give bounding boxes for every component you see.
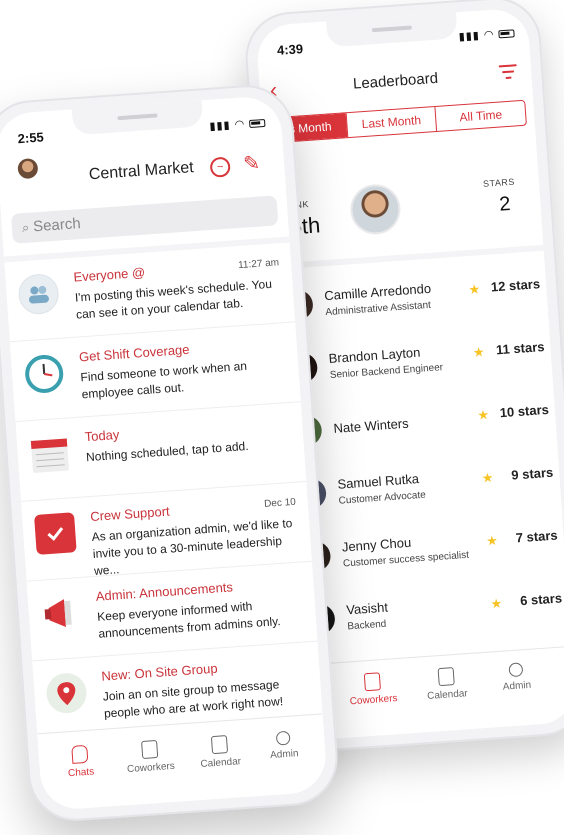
star-icon: ★: [485, 532, 499, 549]
segment-all-time[interactable]: All Time: [434, 100, 526, 131]
coworker-name: Vasisht: [345, 599, 389, 618]
tab-calendar[interactable]: Calendar: [411, 665, 483, 703]
status-time: 4:39: [276, 41, 304, 58]
tab-calendar[interactable]: Calendar: [184, 733, 256, 771]
calendar-icon: [437, 667, 455, 687]
coworker-name: Nate Winters: [333, 415, 410, 436]
chat-time: 11:27 am: [237, 257, 280, 272]
star-count: 6 stars: [519, 590, 563, 609]
chat-list: Everyone @ 11:27 am I'm posting this wee…: [3, 236, 324, 742]
stars-value: 2: [498, 193, 512, 216]
compose-icon[interactable]: ✎: [242, 150, 261, 176]
phone-notch: [71, 100, 204, 136]
tab-admin[interactable]: Admin: [480, 660, 552, 694]
status-icons: ▮▮▮ ◠: [209, 116, 266, 133]
coworker-title: Customer Advocate: [338, 489, 427, 507]
chat-title: Crew Support: [89, 503, 171, 525]
clock-icon: [23, 353, 66, 396]
phone-notch: [326, 12, 458, 48]
admin-icon: [508, 662, 524, 678]
star-count: 12 stars: [490, 276, 541, 295]
tab-admin[interactable]: Admin: [248, 729, 320, 763]
tab-coworkers[interactable]: Coworkers: [337, 670, 409, 708]
chats-screen: 2:55 ▮▮▮ ◠ Central Market ~ ✎ ⌕ Search Ev…: [0, 94, 328, 812]
admin-icon: [275, 730, 291, 746]
status-time: 2:55: [17, 129, 45, 147]
calendar-icon: [28, 432, 71, 475]
star-icon: ★: [481, 469, 494, 486]
calendar-icon: [210, 735, 229, 755]
star-icon: ★: [476, 407, 490, 423]
chat-bubble-icon: [71, 744, 89, 764]
stars-label: STARS: [482, 176, 516, 189]
coworker-title: Administrative Assistant: [325, 299, 432, 319]
chat-title: Everyone @: [72, 264, 146, 285]
chat-time: Dec 10: [263, 496, 297, 510]
coworkers-icon: [141, 739, 159, 760]
filter-icon[interactable]: [498, 64, 518, 83]
period-segmented-control: This Month Last Month All Time: [255, 99, 527, 145]
battery-icon: [498, 29, 515, 39]
star-count: 7 stars: [515, 527, 559, 546]
coworker-name: Samuel Rutka: [336, 471, 420, 492]
megaphone-icon: [40, 592, 83, 635]
coworker-title: Backend: [347, 618, 387, 633]
coworkers-icon: [363, 672, 381, 692]
tab-coworkers[interactable]: Coworkers: [114, 738, 186, 776]
chat-title: Today: [84, 426, 120, 445]
chats-phone: 2:55 ▮▮▮ ◠ Central Market ~ ✎ ⌕ Search Ev…: [0, 82, 341, 824]
star-icon: ★: [472, 344, 486, 360]
status-icons: ▮▮▮ ◠: [458, 26, 515, 43]
battery-icon: [248, 119, 266, 129]
chats-header: Central Market ~ ✎ ⌕ Search: [0, 135, 289, 251]
chat-title: New: On Site Group: [100, 660, 218, 684]
star-icon: ★: [490, 595, 503, 612]
coworker-name: Jenny Chou: [341, 534, 412, 555]
coworker-title: Senior Backend Engineer: [329, 362, 444, 381]
my-rank-card: RANK 15th STARS 2: [264, 139, 544, 270]
map-pin-icon: [45, 671, 88, 715]
star-count: 9 stars: [510, 464, 554, 483]
tab-chats[interactable]: Chats: [44, 743, 116, 781]
star-count: 11 stars: [495, 338, 545, 358]
segment-last-month[interactable]: Last Month: [345, 107, 437, 138]
star-count: 10 stars: [499, 401, 550, 421]
star-icon: ★: [468, 281, 481, 298]
search-icon: ⌕: [21, 219, 30, 236]
chat-title: Get Shift Coverage: [78, 341, 190, 365]
avatar: [348, 182, 403, 237]
coworker-name: Brandon Layton: [328, 344, 421, 367]
checkmark-icon: [34, 512, 77, 555]
group-icon: [17, 272, 60, 316]
page-title: Leaderboard: [352, 69, 439, 93]
search-input[interactable]: ⌕ Search: [10, 195, 279, 244]
